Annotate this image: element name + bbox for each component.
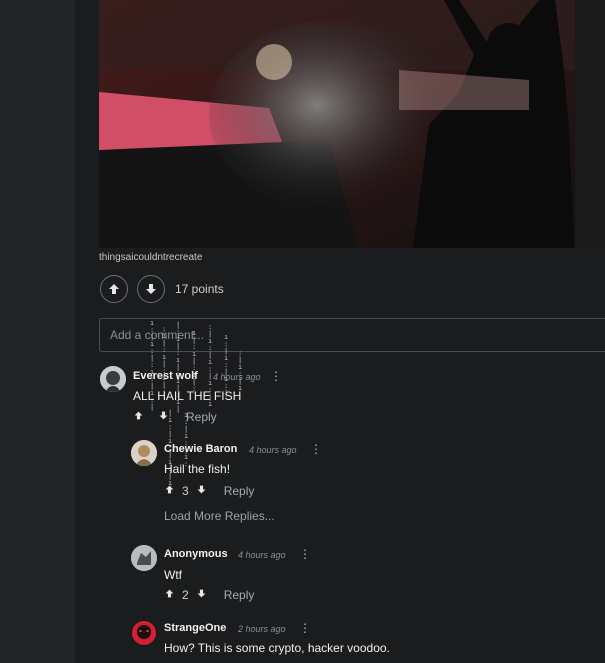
avatar-image — [131, 440, 157, 466]
more-options-icon[interactable]: ⋮ — [310, 443, 322, 455]
post-caption[interactable]: thingsaicouldntrecreate — [99, 252, 202, 263]
vote-count: 2 — [182, 588, 189, 602]
arrow-down-icon — [146, 284, 156, 294]
arrow-up-icon — [109, 284, 119, 294]
comment-author[interactable]: Anonymous — [164, 548, 228, 560]
avatar[interactable] — [131, 620, 157, 646]
arrow-down-icon[interactable] — [158, 410, 169, 424]
comment-text: How? This is some crypto, hacker voodoo. — [164, 641, 390, 655]
add-comment-placeholder: Add a comment... — [110, 328, 205, 342]
comment-time: 4 hours ago — [249, 445, 297, 455]
arrow-up-icon[interactable] — [164, 588, 175, 602]
add-comment-input[interactable]: Add a comment... — [99, 318, 605, 352]
arrow-down-icon[interactable] — [196, 484, 207, 498]
vote-count: 3 — [182, 484, 189, 498]
more-options-icon[interactable]: ⋮ — [299, 622, 311, 634]
comment-time: 2 hours ago — [238, 624, 286, 634]
post-points: 17 points — [175, 282, 224, 296]
avatar[interactable] — [131, 440, 157, 466]
comment-time: 4 hours ago — [238, 550, 286, 560]
reply-button[interactable]: Reply — [224, 588, 255, 602]
avatar[interactable] — [100, 366, 126, 392]
more-options-icon[interactable]: ⋮ — [270, 370, 282, 382]
upvote-button[interactable] — [100, 275, 128, 303]
more-options-icon[interactable]: ⋮ — [299, 548, 311, 560]
comment-actions: 2 Reply — [164, 588, 254, 602]
avatar[interactable] — [131, 545, 157, 571]
arrow-up-icon[interactable] — [133, 410, 144, 424]
reply-button[interactable]: Reply — [186, 410, 217, 424]
comment-actions: Reply — [133, 410, 217, 424]
avatar-image — [131, 545, 157, 571]
comment-text: Hail the fish! — [164, 462, 231, 476]
left-sidebar — [0, 0, 75, 663]
comment-text: Wtf — [164, 568, 182, 582]
comment-author[interactable]: StrangeOne — [164, 622, 226, 634]
post-image[interactable] — [99, 0, 605, 248]
comment-actions: 3 Reply — [164, 484, 254, 498]
load-more-replies-link[interactable]: Load More Replies... — [164, 509, 275, 523]
reply-button[interactable]: Reply — [224, 484, 255, 498]
arrow-down-icon[interactable] — [196, 588, 207, 602]
downvote-button[interactable] — [137, 275, 165, 303]
post-image-art — [99, 0, 605, 248]
comment-time: 4 hours ago — [213, 372, 261, 382]
avatar-image — [100, 366, 126, 392]
comment-author[interactable]: Chewie Baron — [164, 443, 237, 455]
comment-text: ALL HAIL THE FISH — [133, 389, 242, 403]
comment-author[interactable]: Everest wolf — [133, 370, 198, 382]
avatar-image — [132, 621, 156, 645]
arrow-up-icon[interactable] — [164, 484, 175, 498]
